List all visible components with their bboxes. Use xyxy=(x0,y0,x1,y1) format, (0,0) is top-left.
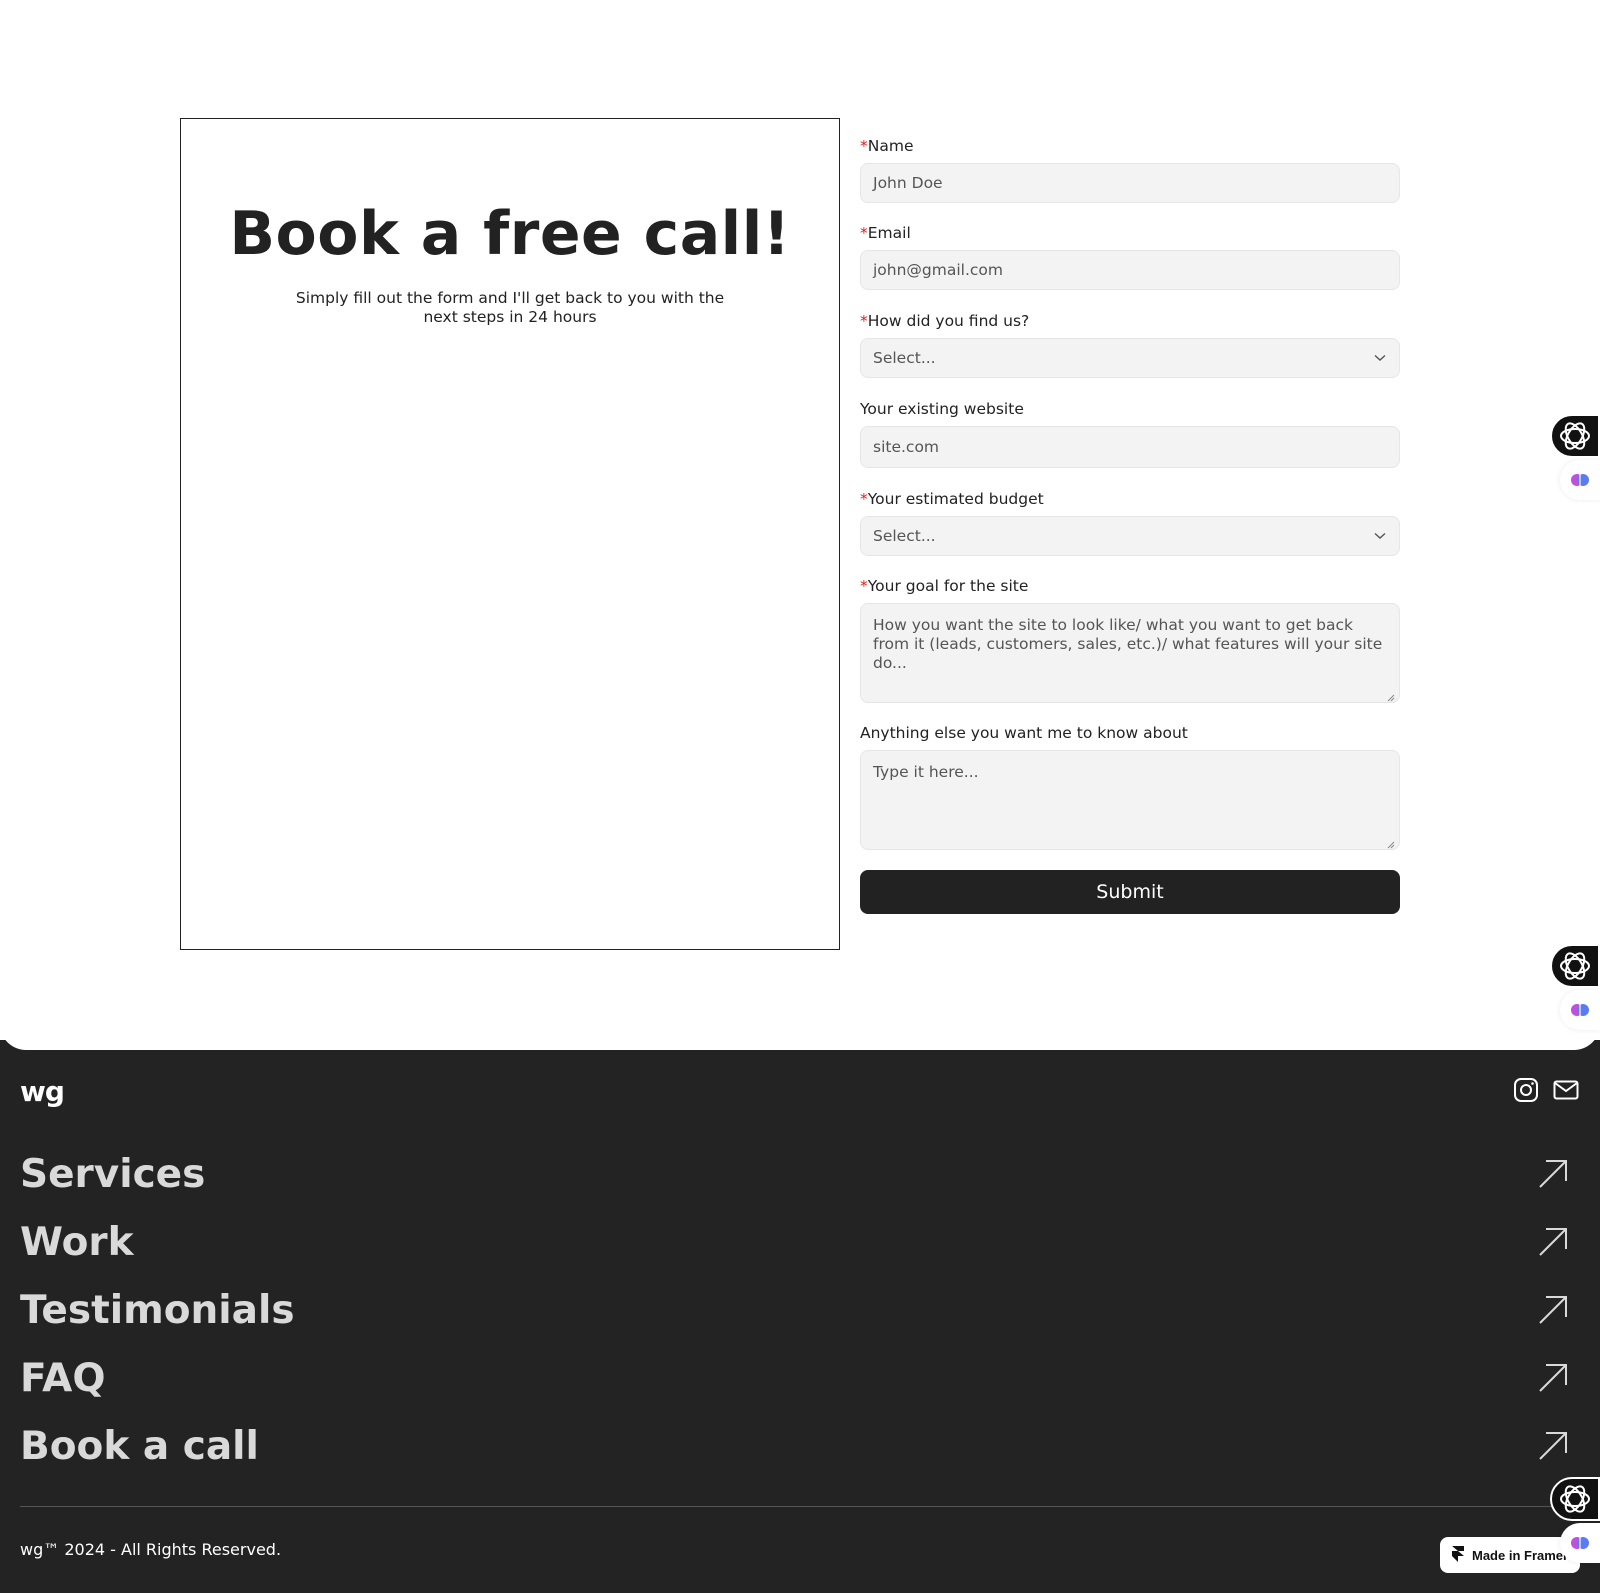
footer-divider xyxy=(20,1506,1580,1507)
nav-label: Testimonials xyxy=(20,1287,295,1333)
goal-field-group: *Your goal for the site How you want the… xyxy=(860,575,1400,703)
name-field-group: *Name John Doe xyxy=(860,135,1400,203)
required-mark: * xyxy=(860,137,868,155)
budget-label-text: Your estimated budget xyxy=(867,490,1044,508)
name-input[interactable]: John Doe xyxy=(860,163,1400,203)
chevron-down-icon xyxy=(1373,351,1387,365)
email-label: *Email xyxy=(860,222,1400,244)
goal-label-text: Your goal for the site xyxy=(867,577,1029,595)
nav-label: Book a call xyxy=(20,1423,259,1469)
ai-assistant-icon[interactable] xyxy=(1550,944,1600,988)
brain-icon[interactable] xyxy=(1560,460,1600,500)
other-field-group: Anything else you want me to know about … xyxy=(860,722,1400,850)
brain-icon[interactable] xyxy=(1560,990,1600,1030)
source-select[interactable]: Select... xyxy=(860,338,1400,378)
footer-nav-testimonials[interactable]: Testimonials xyxy=(20,1276,1580,1344)
page-title: Book a free call! xyxy=(229,199,791,269)
required-mark: * xyxy=(860,224,868,242)
arrow-up-right-icon xyxy=(1536,1429,1570,1463)
arrow-up-right-icon xyxy=(1536,1225,1570,1259)
budget-label: *Your estimated budget xyxy=(860,488,1400,510)
page-subtitle: Simply fill out the form and I'll get ba… xyxy=(295,289,725,326)
source-select-value: Select... xyxy=(873,349,936,367)
budget-select-value: Select... xyxy=(873,527,936,545)
source-label-text: How did you find us? xyxy=(867,312,1030,330)
footer-nav-services[interactable]: Services xyxy=(20,1140,1580,1208)
arrow-up-right-icon xyxy=(1536,1361,1570,1395)
nav-label: Work xyxy=(20,1219,134,1265)
contact-form: *Name John Doe *Email john@gmail.com *Ho… xyxy=(860,135,1400,914)
other-placeholder: Type it here... xyxy=(873,763,979,781)
resize-handle-icon[interactable] xyxy=(1385,835,1395,849)
nav-label: Services xyxy=(20,1151,206,1197)
chevron-down-icon xyxy=(1373,529,1387,543)
email-field-group: *Email john@gmail.com xyxy=(860,222,1400,290)
social-links xyxy=(1512,1076,1580,1104)
goal-label: *Your goal for the site xyxy=(860,575,1400,597)
brain-icon[interactable] xyxy=(1560,1523,1600,1563)
floating-extension-widget xyxy=(1550,414,1600,500)
email-input[interactable]: john@gmail.com xyxy=(860,250,1400,290)
required-mark: * xyxy=(860,490,868,508)
intro-panel: Book a free call! Simply fill out the fo… xyxy=(180,118,840,950)
required-mark: * xyxy=(860,577,868,595)
nav-label: FAQ xyxy=(20,1355,106,1401)
goal-textarea[interactable]: How you want the site to look like/ what… xyxy=(860,603,1400,703)
resize-handle-icon[interactable] xyxy=(1385,688,1395,702)
instagram-icon[interactable] xyxy=(1512,1076,1540,1104)
footer-nav: Services Work Testimonials FAQ Book a ca… xyxy=(20,1140,1580,1480)
name-placeholder: John Doe xyxy=(873,174,943,192)
ai-assistant-icon[interactable] xyxy=(1550,414,1600,458)
footer-logo[interactable]: wg xyxy=(20,1075,65,1108)
required-mark: * xyxy=(860,312,868,330)
budget-select[interactable]: Select... xyxy=(860,516,1400,556)
floating-extension-widget xyxy=(1550,1477,1600,1563)
footer-nav-work[interactable]: Work xyxy=(20,1208,1580,1276)
other-textarea[interactable]: Type it here... xyxy=(860,750,1400,850)
framer-logo-icon xyxy=(1452,1545,1464,1565)
floating-extension-widget xyxy=(1550,944,1600,1030)
website-input[interactable]: site.com xyxy=(860,426,1400,468)
arrow-up-right-icon xyxy=(1536,1157,1570,1191)
email-placeholder: john@gmail.com xyxy=(873,261,1004,279)
footer-nav-book-a-call[interactable]: Book a call xyxy=(20,1412,1580,1480)
ai-assistant-icon[interactable] xyxy=(1550,1477,1600,1521)
goal-placeholder: How you want the site to look like/ what… xyxy=(873,616,1383,672)
site-footer: wg Services Work Testimonials FAQ Book a… xyxy=(0,1040,1600,1593)
section-curve xyxy=(0,1020,1600,1050)
arrow-up-right-icon xyxy=(1536,1293,1570,1327)
source-field-group: *How did you find us? Select... xyxy=(860,310,1400,378)
website-field-group: Your existing website site.com xyxy=(860,398,1400,468)
email-label-text: Email xyxy=(867,224,911,242)
website-label: Your existing website xyxy=(860,400,1024,418)
name-label: *Name xyxy=(860,135,1400,157)
copyright-text: wg™ 2024 - All Rights Reserved. xyxy=(20,1540,282,1559)
name-label-text: Name xyxy=(867,137,914,155)
mail-icon[interactable] xyxy=(1552,1076,1580,1104)
other-label: Anything else you want me to know about xyxy=(860,724,1188,742)
footer-nav-faq[interactable]: FAQ xyxy=(20,1344,1580,1412)
website-placeholder: site.com xyxy=(873,438,940,456)
budget-field-group: *Your estimated budget Select... xyxy=(860,488,1400,556)
submit-button[interactable]: Submit xyxy=(860,870,1400,914)
source-label: *How did you find us? xyxy=(860,310,1400,332)
